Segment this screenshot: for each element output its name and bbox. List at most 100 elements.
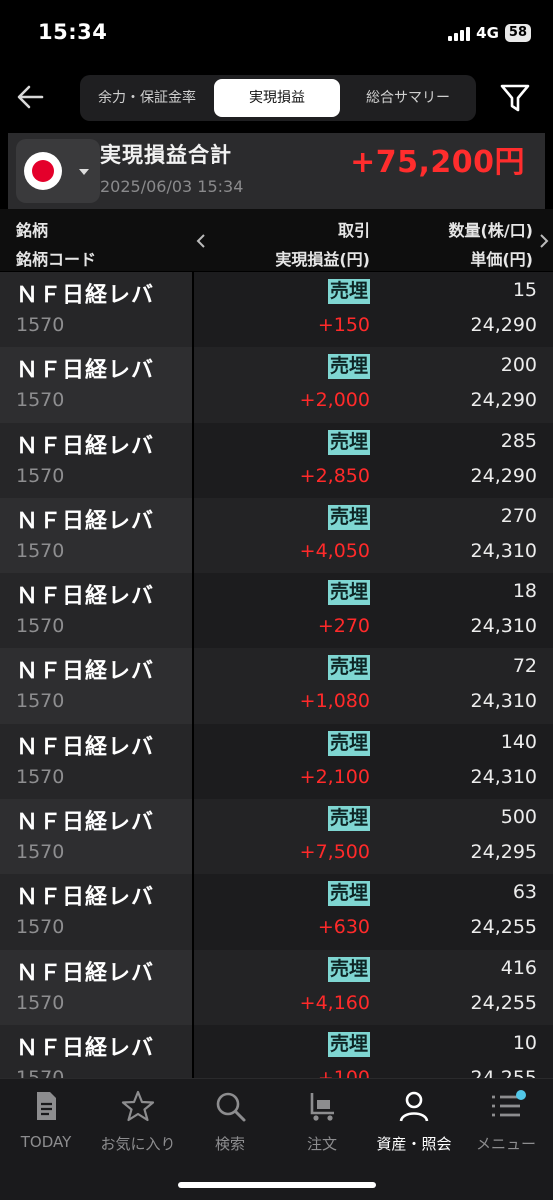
- row-trade-badge: 売埋: [327, 580, 370, 606]
- home-indicator: [178, 1182, 376, 1188]
- row-realized-pl: +2,100: [299, 765, 370, 788]
- star-icon: [121, 1090, 155, 1122]
- row-quantity: 15: [512, 279, 537, 301]
- row-right-cell: [194, 422, 553, 498]
- table-header: 銘柄 銘柄コード 取引 実現損益(円) 数量(株/口) 単価(円): [0, 209, 553, 271]
- status-indicators: 4G 58: [448, 22, 531, 44]
- row-stock-code: 1570: [16, 841, 65, 864]
- row-stock-name: ＮＦ日経レバ: [16, 659, 155, 685]
- table-row[interactable]: ＮＦ日経レバ 1570 売埋 +4,050 270 24,310: [0, 497, 553, 574]
- row-trade-badge: 売埋: [327, 429, 370, 455]
- table-row[interactable]: ＮＦ日経レバ 1570 売埋 +4,160 416 24,255: [0, 949, 553, 1025]
- row-stock-code: 1570: [16, 765, 65, 788]
- row-trade-badge: 売埋: [327, 655, 370, 681]
- row-right-cell: [194, 347, 553, 423]
- row-quantity: 72: [512, 655, 537, 678]
- nav-assets[interactable]: 資産・照会: [368, 1089, 460, 1159]
- row-unit-price: 24,310: [470, 765, 537, 788]
- row-trade-badge: 売埋: [327, 279, 370, 304]
- row-stock-name: ＮＦ日経レバ: [16, 283, 155, 308]
- nav-today[interactable]: TODAY: [0, 1089, 92, 1159]
- table-row[interactable]: ＮＦ日経レバ 1570 売埋 +2,000 200 24,290: [0, 347, 553, 423]
- row-right-cell: [194, 799, 553, 875]
- table-row[interactable]: ＮＦ日経レバ 1570 売埋 +630 63 24,255: [0, 874, 553, 950]
- back-arrow-icon: [17, 85, 44, 109]
- nav-label: メニュー: [475, 1135, 536, 1153]
- table-row[interactable]: ＮＦ日経レバ 1570 売埋 +2,850 285 24,290: [0, 422, 553, 498]
- header-qty: 数量(株/口): [448, 221, 533, 240]
- table-row[interactable]: ＮＦ日経レバ 1570 売埋 +100 10 24,255: [0, 1024, 553, 1078]
- row-quantity: 200: [500, 354, 537, 377]
- document-icon: [37, 1092, 56, 1120]
- person-icon: [399, 1091, 429, 1122]
- cart-icon: [310, 1093, 334, 1121]
- market-selector[interactable]: [16, 139, 100, 203]
- notification-dot: [516, 1090, 526, 1100]
- nav-label: 資産・照会: [376, 1135, 452, 1153]
- row-stock-name: ＮＦ日経レバ: [16, 508, 155, 534]
- segment-tabs: 余力・保証金率 実現損益 総合サマリー: [80, 75, 476, 121]
- scroll-right-icon[interactable]: [539, 234, 549, 248]
- summary-title: 実現損益合計: [100, 143, 232, 167]
- row-unit-price: 24,255: [470, 991, 537, 1014]
- pl-summary: 実現損益合計 2025/06/03 15:34 +75,200円: [8, 133, 545, 209]
- row-unit-price: 24,290: [470, 314, 537, 336]
- row-trade-badge: 売埋: [327, 881, 370, 907]
- row-right-cell: [194, 949, 553, 1025]
- tab-realized-pl[interactable]: 実現損益: [214, 79, 340, 117]
- row-right-cell: [194, 497, 553, 574]
- row-stock-code: 1570: [16, 389, 65, 412]
- row-quantity: 63: [512, 881, 537, 904]
- row-stock-name: ＮＦ日経レバ: [16, 885, 155, 911]
- scroll-left-icon[interactable]: [196, 234, 206, 248]
- table-row[interactable]: ＮＦ日経レバ 1570 売埋 +150 15 24,290: [0, 272, 553, 348]
- row-right-cell: [194, 573, 553, 649]
- summary-date: 2025/06/03 15:34: [100, 177, 244, 196]
- row-stock-code: 1570: [16, 615, 65, 638]
- row-right-cell: [194, 272, 553, 348]
- table-row[interactable]: ＮＦ日経レバ 1570 売埋 +7,500 500 24,295: [0, 799, 553, 875]
- row-stock-code: 1570: [16, 464, 65, 487]
- nav-menu[interactable]: メニュー: [460, 1089, 552, 1159]
- row-realized-pl: +100: [317, 1066, 370, 1078]
- top-nav: 余力・保証金率 実現損益 総合サマリー: [0, 72, 553, 124]
- row-quantity: 18: [512, 580, 537, 603]
- row-quantity: 500: [500, 806, 537, 829]
- row-trade-badge: 売埋: [327, 1031, 370, 1057]
- nav-search[interactable]: 検索: [184, 1089, 276, 1159]
- table-row[interactable]: ＮＦ日経レバ 1570 売埋 +270 18 24,310: [0, 573, 553, 649]
- row-realized-pl: +270: [317, 615, 370, 638]
- table-row[interactable]: ＮＦ日経レバ 1570 売埋 +2,100 140 24,310: [0, 723, 553, 800]
- table-row[interactable]: ＮＦ日経レバ 1570 売埋 +1,080 72 24,310: [0, 648, 553, 724]
- row-unit-price: 24,310: [470, 690, 537, 713]
- row-unit-price: 24,255: [470, 1066, 537, 1078]
- row-unit-price: 24,290: [470, 464, 537, 487]
- status-bar: 15:34 4G 58: [0, 0, 553, 62]
- row-unit-price: 24,290: [470, 389, 537, 412]
- row-stock-name: ＮＦ日経レバ: [16, 810, 155, 836]
- row-trade-badge: 売埋: [327, 730, 370, 756]
- tab-margin[interactable]: 余力・保証金率: [80, 79, 214, 117]
- row-realized-pl: +1,080: [299, 690, 370, 713]
- header-trade: 取引: [337, 221, 370, 240]
- back-button[interactable]: [14, 80, 48, 114]
- row-realized-pl: +7,500: [299, 841, 370, 864]
- japan-flag-icon: [24, 152, 62, 190]
- tab-summary[interactable]: 総合サマリー: [340, 79, 476, 117]
- row-unit-price: 24,310: [470, 615, 537, 638]
- signal-icon: [448, 25, 471, 41]
- row-right-cell: [194, 723, 553, 800]
- row-stock-code: 1570: [16, 991, 65, 1014]
- row-quantity: 285: [500, 429, 537, 452]
- nav-favorites[interactable]: お気に入り: [92, 1089, 184, 1159]
- row-stock-code: 1570: [16, 314, 65, 336]
- row-unit-price: 24,255: [470, 916, 537, 939]
- filter-button[interactable]: [498, 82, 532, 114]
- header-price: 単価(円): [470, 250, 533, 269]
- row-quantity: 140: [500, 730, 537, 753]
- nav-order[interactable]: 注文: [276, 1089, 368, 1159]
- row-quantity: 270: [500, 504, 537, 527]
- row-quantity: 10: [512, 1031, 537, 1054]
- nav-label: TODAY: [20, 1133, 72, 1151]
- nav-label: お気に入り: [100, 1135, 176, 1153]
